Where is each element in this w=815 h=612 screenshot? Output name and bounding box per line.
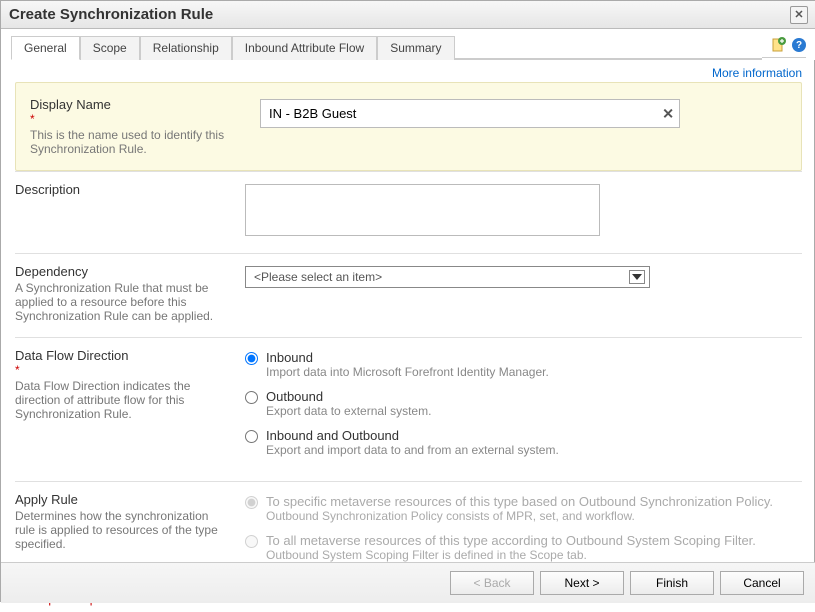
section-dependency: Dependency A Synchronization Rule that m…	[15, 253, 802, 337]
tab-summary[interactable]: Summary	[377, 36, 454, 60]
chevron-down-icon	[629, 270, 645, 284]
direction-label: Data Flow Direction	[15, 348, 128, 363]
cancel-button[interactable]: Cancel	[720, 571, 804, 595]
display-name-label: Display Name	[30, 97, 111, 112]
direction-help: Data Flow Direction indicates the direct…	[15, 379, 225, 421]
wizard-footer: < Back Next > Finish Cancel	[1, 562, 815, 603]
tab-relationship[interactable]: Relationship	[140, 36, 232, 60]
new-note-icon[interactable]	[770, 37, 786, 53]
back-button: < Back	[450, 571, 534, 595]
direction-both-sub: Export and import data to and from an ex…	[266, 443, 559, 457]
direction-outbound-label: Outbound	[266, 389, 431, 404]
apply-policy-label: To specific metaverse resources of this …	[266, 494, 773, 509]
tab-inbound-attribute-flow[interactable]: Inbound Attribute Flow	[232, 36, 377, 60]
title-bar: Create Synchronization Rule ✕	[1, 1, 815, 29]
required-star: *	[30, 112, 240, 126]
section-display-name: Display Name * This is the name used to …	[15, 82, 802, 171]
close-button[interactable]: ✕	[790, 6, 808, 24]
dependency-help: A Synchronization Rule that must be appl…	[15, 281, 225, 323]
apply-label: Apply Rule	[15, 492, 225, 507]
direction-outbound-sub: Export data to external system.	[266, 404, 431, 418]
description-label: Description	[15, 182, 225, 197]
apply-policy-sub: Outbound Synchronization Policy consists…	[266, 509, 773, 523]
close-icon: ✕	[794, 8, 803, 21]
dependency-select-text: <Please select an item>	[254, 270, 382, 284]
direction-both-label: Inbound and Outbound	[266, 428, 559, 443]
tab-bar: General Scope Relationship Inbound Attri…	[1, 29, 815, 60]
dependency-label: Dependency	[15, 264, 225, 279]
display-name-input[interactable]	[260, 99, 680, 128]
direction-inbound-label: Inbound	[266, 350, 549, 365]
required-star: *	[15, 363, 225, 377]
display-name-help: This is the name used to identify this S…	[30, 128, 240, 156]
direction-outbound-radio[interactable]	[245, 391, 258, 404]
next-button[interactable]: Next >	[540, 571, 624, 595]
direction-inbound-sub: Import data into Microsoft Forefront Ide…	[266, 365, 549, 379]
apply-help: Determines how the synchronization rule …	[15, 509, 225, 551]
direction-inbound-radio[interactable]	[245, 352, 258, 365]
more-information-link[interactable]: More information	[712, 66, 802, 80]
section-description: Description	[15, 171, 802, 253]
window-title: Create Synchronization Rule	[9, 6, 213, 23]
help-icon[interactable]: ?	[792, 38, 806, 52]
description-input[interactable]	[245, 184, 600, 236]
tab-general[interactable]: General	[11, 36, 80, 60]
tab-scope[interactable]: Scope	[80, 36, 140, 60]
section-data-flow-direction: Data Flow Direction * Data Flow Directio…	[15, 337, 802, 481]
apply-filter-radio	[245, 535, 258, 548]
dependency-select[interactable]: <Please select an item>	[245, 266, 650, 288]
finish-button[interactable]: Finish	[630, 571, 714, 595]
apply-filter-label: To all metaverse resources of this type …	[266, 533, 756, 548]
direction-both-radio[interactable]	[245, 430, 258, 443]
clear-input-icon[interactable]: ✕	[662, 105, 674, 122]
apply-filter-sub: Outbound System Scoping Filter is define…	[266, 548, 756, 562]
apply-policy-radio	[245, 496, 258, 509]
